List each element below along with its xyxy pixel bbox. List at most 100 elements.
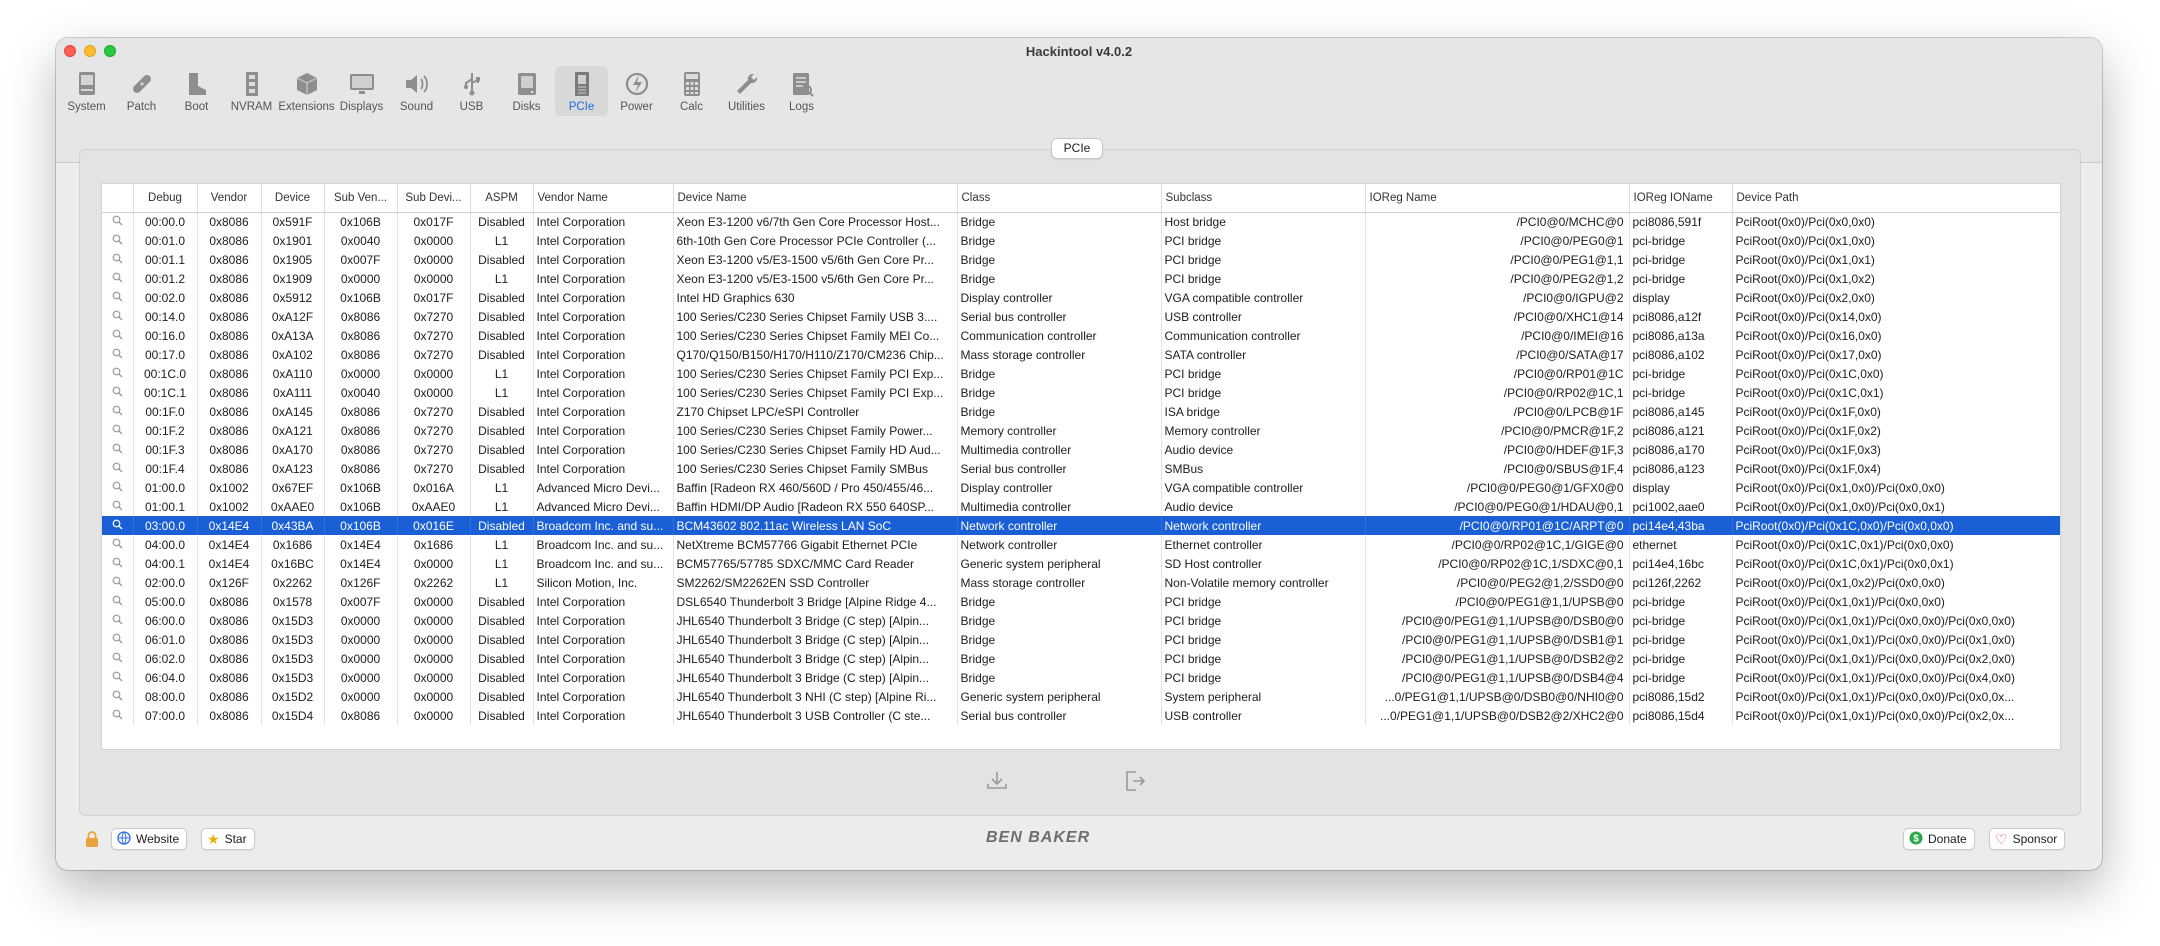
table-row[interactable]: 00:1C.0 0x8086 0xA110 0x0000 0x0000 L1 Intel C… [102, 364, 2060, 383]
search-icon[interactable] [102, 554, 134, 573]
column-header[interactable]: Sub Ven... [324, 184, 398, 213]
toolbar-extensions-button[interactable]: Extensions [278, 66, 335, 116]
table-row[interactable]: 04:00.0 0x14E4 0x1686 0x14E4 0x1686 L1 Broadco… [102, 535, 2060, 554]
column-header[interactable]: Subclass [1161, 184, 1366, 213]
table-cell: PCI bridge [1161, 383, 1366, 402]
table-cell: 0x15D3 [261, 649, 325, 668]
website-button[interactable]: Website [111, 828, 188, 850]
pcie-table[interactable]: Debug Vendor Device Sub Ven... Sub Devi... AS… [101, 183, 2061, 750]
search-icon[interactable] [102, 573, 134, 592]
search-icon[interactable] [102, 459, 134, 478]
table-row[interactable]: 00:1F.2 0x8086 0xA121 0x8086 0x7270 Disabled I… [102, 421, 2060, 440]
toolbar-displays-button[interactable]: Displays [335, 66, 388, 116]
table-row[interactable]: 06:00.0 0x8086 0x15D3 0x0000 0x0000 Disabled I… [102, 611, 2060, 630]
search-icon[interactable] [102, 649, 134, 668]
table-row[interactable]: 06:04.0 0x8086 0x15D3 0x0000 0x0000 Disabled I… [102, 668, 2060, 687]
table-cell: 0x0000 [397, 592, 471, 611]
column-header[interactable]: Debug [133, 184, 198, 213]
search-icon[interactable] [102, 307, 134, 326]
search-icon[interactable] [102, 706, 134, 725]
table-row[interactable]: 00:1C.1 0x8086 0xA111 0x0040 0x0000 L1 Intel C… [102, 383, 2060, 402]
search-icon[interactable] [102, 421, 134, 440]
search-icon[interactable] [102, 231, 134, 250]
table-row[interactable]: 03:00.0 0x14E4 0x43BA 0x106B 0x016E Disabled B… [102, 516, 2060, 535]
search-icon[interactable] [102, 364, 134, 383]
table-cell: Generic system peripheral [957, 554, 1162, 573]
table-row[interactable]: 01:00.0 0x1002 0x67EF 0x106B 0x016A L1 Advance… [102, 478, 2060, 497]
search-icon[interactable] [102, 383, 134, 402]
table-row[interactable]: 00:01.1 0x8086 0x1905 0x007F 0x0000 Disabled I… [102, 250, 2060, 269]
search-icon[interactable] [102, 535, 134, 554]
column-header[interactable]: Device Name [673, 184, 958, 213]
table-cell: VGA compatible controller [1161, 478, 1366, 497]
table-row[interactable]: 00:1F.4 0x8086 0xA123 0x8086 0x7270 Disabled I… [102, 459, 2060, 478]
sponsor-button[interactable]: ♡ Sponsor [1989, 828, 2066, 850]
search-icon[interactable] [102, 269, 134, 288]
lock-icon[interactable] [84, 830, 100, 851]
column-header[interactable]: ASPM [470, 184, 534, 213]
toolbar-logs-button[interactable]: Logs [775, 66, 828, 116]
column-header[interactable]: Class [957, 184, 1162, 213]
column-header[interactable] [102, 184, 134, 213]
toolbar-usb-button[interactable]: USB [445, 66, 498, 116]
search-icon[interactable] [102, 345, 134, 364]
search-icon[interactable] [102, 516, 134, 535]
table-row[interactable]: 06:01.0 0x8086 0x15D3 0x0000 0x0000 Disabled I… [102, 630, 2060, 649]
table-row[interactable]: 00:01.0 0x8086 0x1901 0x0040 0x0000 L1 Intel C… [102, 231, 2060, 250]
toolbar-boot-button[interactable]: Boot [170, 66, 223, 116]
donate-button[interactable]: $ Donate [1903, 828, 1975, 850]
search-icon[interactable] [102, 592, 134, 611]
tab-pcie[interactable]: PCIe [1051, 138, 1103, 159]
column-header[interactable]: Sub Devi... [397, 184, 471, 213]
table-row[interactable]: 08:00.0 0x8086 0x15D2 0x0000 0x0000 Disabled I… [102, 687, 2060, 706]
open-external-icon[interactable] [1122, 768, 1148, 794]
search-icon[interactable] [102, 630, 134, 649]
table-row[interactable]: 04:00.1 0x14E4 0x16BC 0x14E4 0x0000 L1 Broadco… [102, 554, 2060, 573]
toolbar-nvram-button[interactable]: NVRAM [225, 66, 278, 116]
search-icon[interactable] [102, 288, 134, 307]
search-icon[interactable] [102, 611, 134, 630]
table-row[interactable]: 00:02.0 0x8086 0x5912 0x106B 0x017F Disabled I… [102, 288, 2060, 307]
column-header[interactable]: Device [261, 184, 325, 213]
column-header[interactable]: Vendor [197, 184, 262, 213]
toolbar-disks-button[interactable]: Disks [500, 66, 553, 116]
table-cell: Intel Corporation [533, 592, 674, 611]
search-icon[interactable] [102, 478, 134, 497]
search-icon[interactable] [102, 440, 134, 459]
table-cell: 0x15D2 [261, 687, 325, 706]
toolbar-sound-button[interactable]: Sound [390, 66, 443, 116]
column-header[interactable]: Device Path [1732, 184, 2060, 213]
table-row[interactable]: 01:00.1 0x1002 0xAAE0 0x106B 0xAAE0 L1 Advance… [102, 497, 2060, 516]
table-row[interactable]: 00:1F.3 0x8086 0xA170 0x8086 0x7270 Disabled I… [102, 440, 2060, 459]
download-icon[interactable] [984, 768, 1010, 794]
search-icon[interactable] [102, 402, 134, 421]
table-row[interactable]: 02:00.0 0x126F 0x2262 0x126F 0x2262 L1 Silicon… [102, 573, 2060, 592]
table-row[interactable]: 00:01.2 0x8086 0x1909 0x0000 0x0000 L1 Intel C… [102, 269, 2060, 288]
table-row[interactable]: 00:16.0 0x8086 0xA13A 0x8086 0x7270 Disabled I… [102, 326, 2060, 345]
search-icon[interactable] [102, 687, 134, 706]
toolbar-calc-button[interactable]: Calc [665, 66, 718, 116]
column-header[interactable]: Vendor Name [533, 184, 674, 213]
table-cell: PciRoot(0x0)/Pci(0x1F,0x2) [1732, 421, 2060, 440]
table-row[interactable]: 00:17.0 0x8086 0xA102 0x8086 0x7270 Disabled I… [102, 345, 2060, 364]
column-header[interactable]: IOReg IOName [1629, 184, 1733, 213]
toolbar-system-button[interactable]: System [60, 66, 113, 116]
table-row[interactable]: 07:00.0 0x8086 0x15D4 0x8086 0x0000 Disabled I… [102, 706, 2060, 725]
table-row[interactable]: 00:1F.0 0x8086 0xA145 0x8086 0x7270 Disabled I… [102, 402, 2060, 421]
toolbar-utilities-button[interactable]: Utilities [720, 66, 773, 116]
search-icon[interactable] [102, 212, 134, 231]
search-icon[interactable] [102, 326, 134, 345]
table-row[interactable]: 06:02.0 0x8086 0x15D3 0x0000 0x0000 Disabled I… [102, 649, 2060, 668]
toolbar-power-button[interactable]: Power [610, 66, 663, 116]
table-row[interactable]: 00:00.0 0x8086 0x591F 0x106B 0x017F Disabled I… [102, 212, 2060, 231]
table-cell: Silicon Motion, Inc. [533, 573, 674, 592]
search-icon[interactable] [102, 250, 134, 269]
toolbar-patch-button[interactable]: Patch [115, 66, 168, 116]
search-icon[interactable] [102, 668, 134, 687]
table-row[interactable]: 05:00.0 0x8086 0x1578 0x007F 0x0000 Disabled I… [102, 592, 2060, 611]
table-row[interactable]: 00:14.0 0x8086 0xA12F 0x8086 0x7270 Disabled I… [102, 307, 2060, 326]
toolbar-pcie-button[interactable]: PCIe [555, 66, 608, 116]
star-button[interactable]: ★ Star [201, 828, 255, 850]
search-icon[interactable] [102, 497, 134, 516]
column-header[interactable]: IOReg Name [1365, 184, 1630, 213]
